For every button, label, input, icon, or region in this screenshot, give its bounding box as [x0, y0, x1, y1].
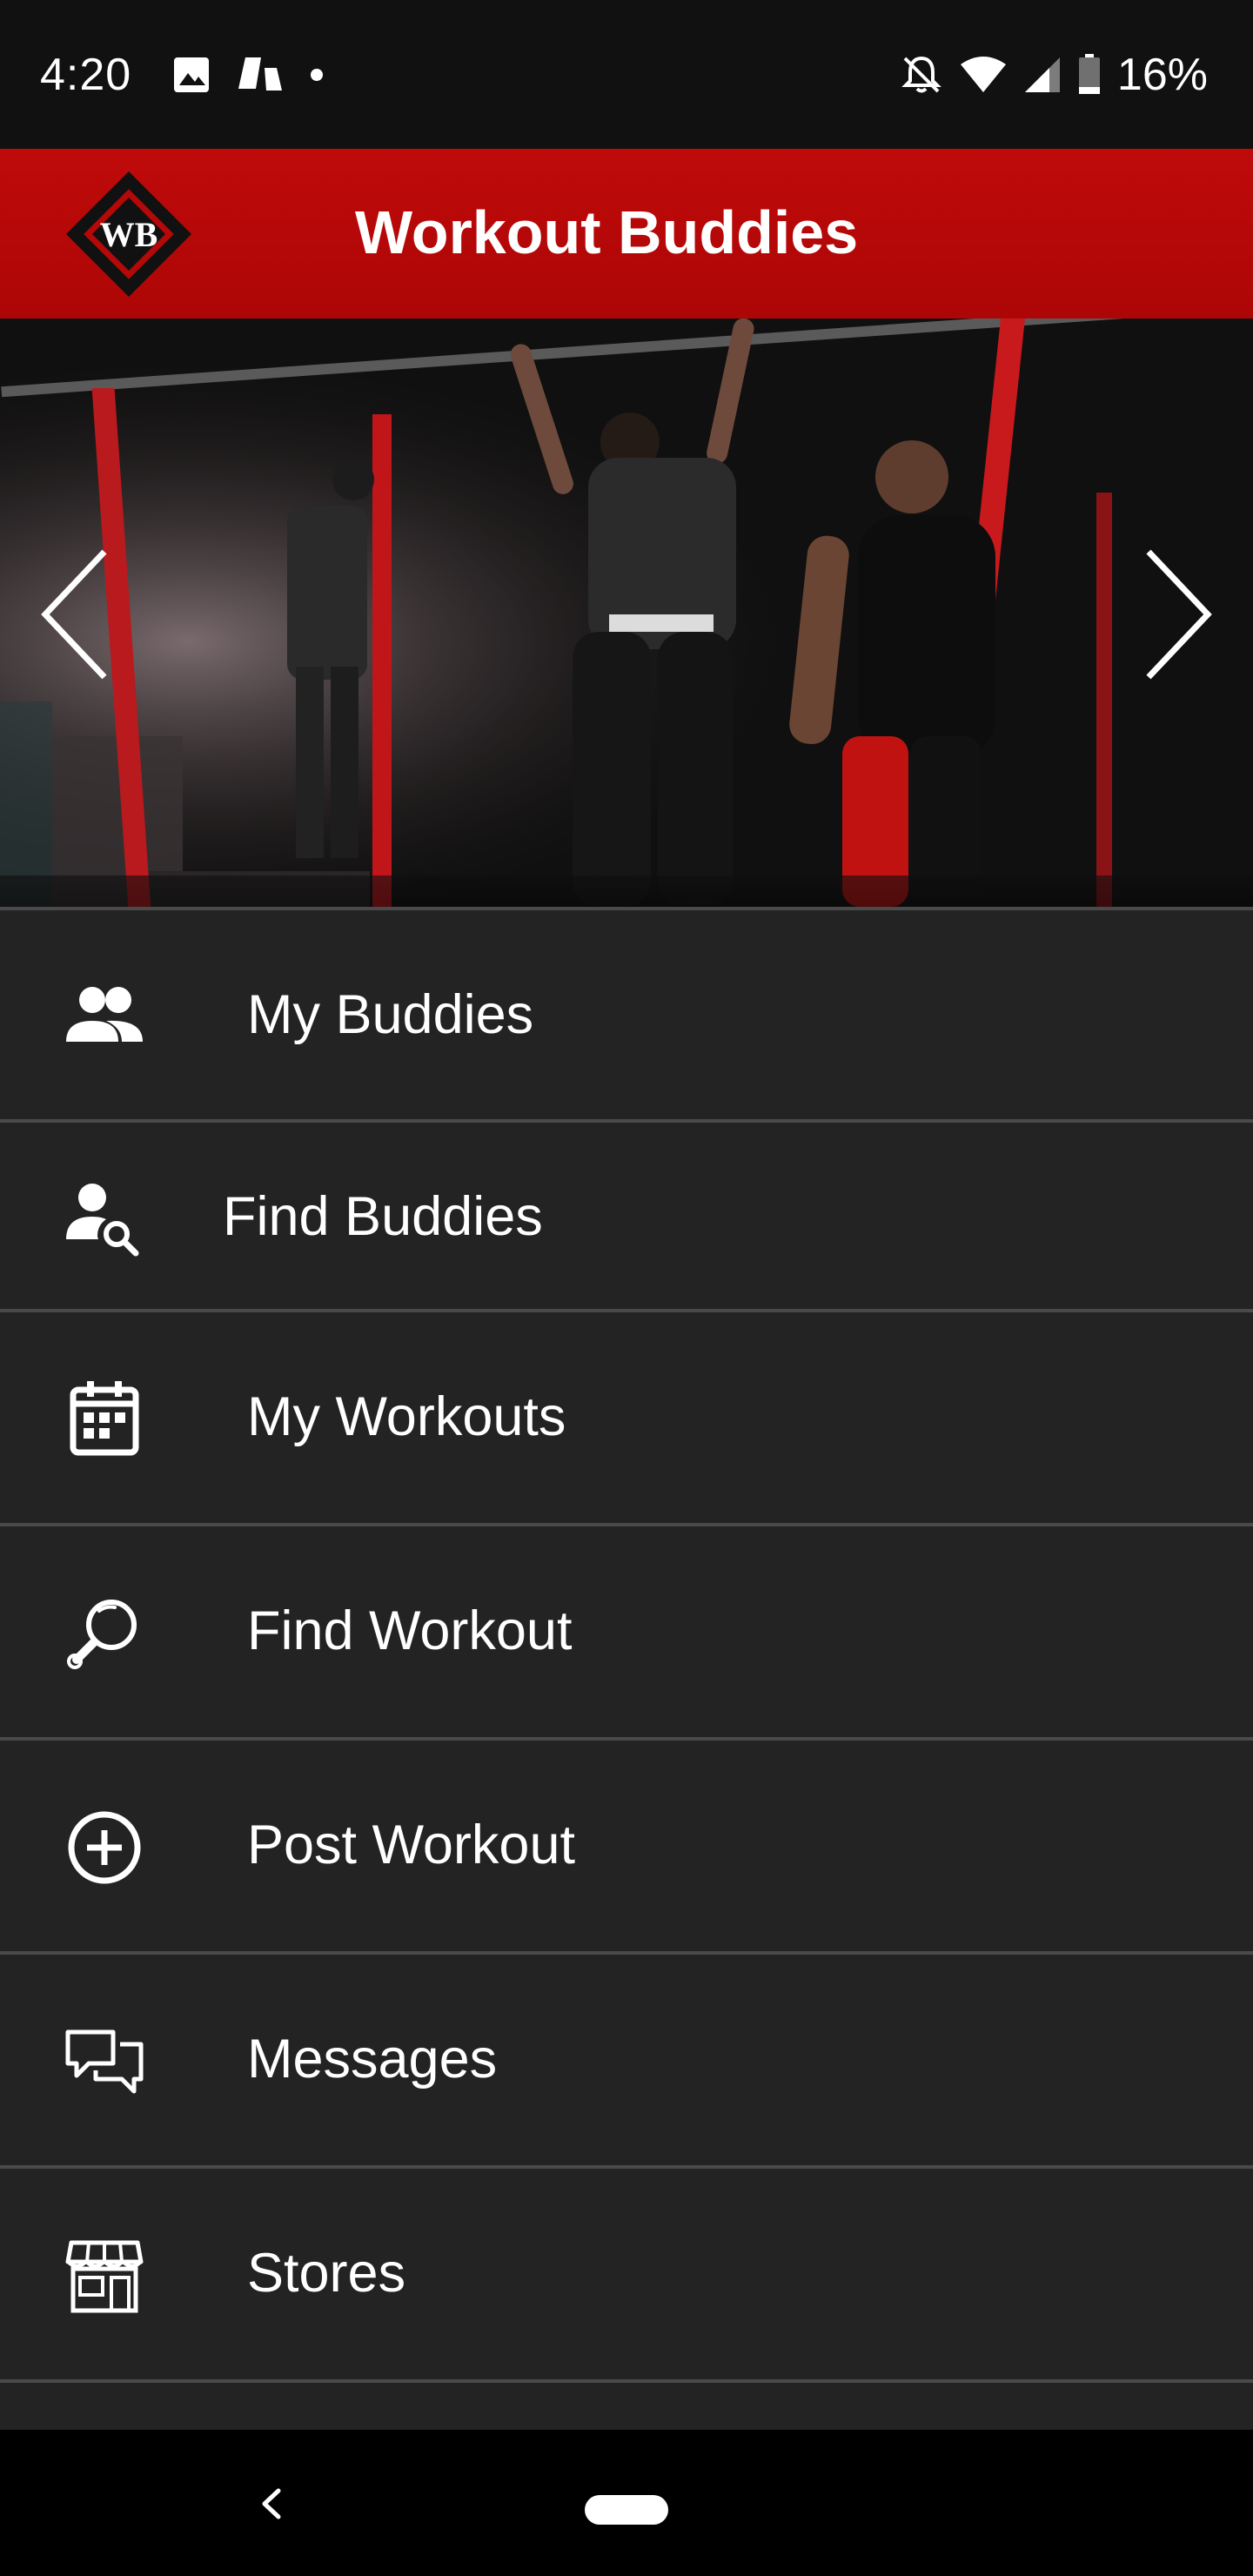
main-menu: My Buddies Find Buddies My Workouts Find…: [0, 907, 1253, 2430]
app-logo-text: WB: [100, 215, 158, 254]
menu-item-label: Find Buddies: [223, 1186, 543, 1247]
menu-item-post-workout[interactable]: Post Workout: [0, 1737, 1253, 1951]
menu-item-stores[interactable]: Stores: [0, 2165, 1253, 2379]
page-title: Workout Buddies: [355, 198, 859, 266]
app-logo[interactable]: WB: [63, 168, 195, 300]
menu-item-find-workout[interactable]: Find Workout: [0, 1523, 1253, 1737]
add-circle-icon: [68, 1811, 141, 1884]
dot-icon: [311, 69, 323, 81]
status-bar: 4:20 16%: [0, 0, 1253, 149]
status-right: 16%: [900, 47, 1208, 103]
status-left-icons: [172, 54, 324, 96]
people-icon: [66, 987, 143, 1042]
signal-icon: [1024, 57, 1060, 92]
app-header: WB Workout Buddies: [0, 149, 1253, 319]
menu-item-label: Post Workout: [247, 1815, 575, 1875]
wifi-icon: [960, 57, 1006, 92]
menu-item-label: Find Workout: [247, 1600, 573, 1661]
home-pill-icon[interactable]: [585, 2495, 668, 2525]
carousel-next-button[interactable]: [1131, 545, 1236, 684]
menu-item-messages[interactable]: Messages: [0, 1951, 1253, 2165]
battery-percentage: 16%: [1116, 50, 1208, 100]
chat-icon: [65, 2029, 144, 2094]
person-search-icon: [66, 1184, 139, 1257]
menu-item-partial: [0, 2379, 1253, 2430]
notification-app-icon: [238, 57, 282, 91]
status-time: 4:20: [40, 50, 132, 100]
image-icon: [174, 57, 209, 92]
calendar-icon: [70, 1381, 139, 1456]
battery-icon: [1078, 54, 1100, 94]
hero-carousel[interactable]: [0, 319, 1253, 907]
store-icon: [65, 2240, 144, 2313]
bell-off-icon: [901, 56, 941, 93]
hero-image: [0, 319, 1253, 907]
menu-item-label: My Workouts: [247, 1386, 566, 1447]
magnifier-icon: [67, 1600, 137, 1669]
carousel-prev-button[interactable]: [17, 545, 122, 684]
menu-item-my-workouts[interactable]: My Workouts: [0, 1309, 1253, 1523]
back-icon[interactable]: [252, 2473, 287, 2534]
menu-item-label: Messages: [247, 2029, 498, 2090]
menu-item-label: My Buddies: [247, 984, 534, 1045]
menu-item-label: Stores: [247, 2243, 406, 2304]
menu-item-my-buddies[interactable]: My Buddies: [0, 907, 1253, 1119]
menu-item-find-buddies[interactable]: Find Buddies: [0, 1119, 1253, 1309]
